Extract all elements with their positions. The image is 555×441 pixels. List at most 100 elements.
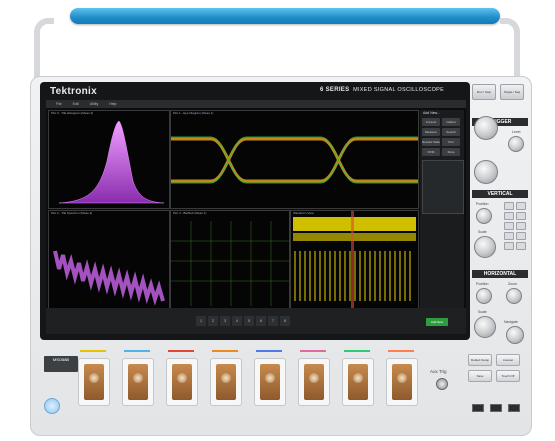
cursors-button[interactable]: Cursors (422, 118, 440, 126)
channel-2-button[interactable]: 2 (208, 316, 218, 326)
keypad-key[interactable] (516, 242, 526, 250)
multipurpose-knob-b[interactable] (474, 160, 498, 184)
panel-title: Waveform View (293, 211, 314, 215)
waveform-panel[interactable]: Waveform View (290, 210, 419, 309)
keypad-key[interactable] (504, 212, 514, 220)
channel-5-button[interactable]: 5 (244, 316, 254, 326)
model-title: 6 SERIES MIXED SIGNAL OSCILLOSCOPE (320, 87, 445, 93)
bathtub-plot (171, 221, 289, 306)
ch5-connector[interactable] (254, 358, 286, 406)
vertical-position-label: Position (476, 202, 489, 206)
menu-help[interactable]: Help (109, 102, 116, 106)
menu-bar: File Edit Utility Help (46, 100, 466, 108)
results-table-button[interactable]: Results Table (422, 138, 440, 146)
histogram-plot (58, 120, 165, 204)
vertical-scale-knob[interactable] (474, 236, 496, 258)
results-readout (422, 160, 464, 214)
spectrum-plot (53, 250, 165, 306)
navigate-knob[interactable] (506, 326, 524, 344)
navigate-label: Navigate (504, 320, 518, 324)
keypad-key[interactable] (504, 202, 514, 210)
ch7-connector[interactable] (342, 358, 374, 406)
vertical-scale-label: Scale (478, 230, 487, 234)
horizontal-position-knob[interactable] (476, 288, 492, 304)
multipurpose-knob-a[interactable] (474, 116, 498, 140)
horizontal-section-label: HORIZONTAL (472, 270, 528, 278)
panel-title: Plot 3 - TIE Histogram (Meas 3) (51, 111, 94, 115)
keypad-key[interactable] (516, 212, 526, 220)
save-button[interactable]: Save (468, 370, 492, 382)
keypad-key[interactable] (516, 222, 526, 230)
display-screen[interactable]: File Edit Utility Help Plot 3 - TIE Hist… (46, 100, 466, 334)
usb-port-icon[interactable] (472, 404, 484, 412)
brand-logo: Tektronix (50, 86, 97, 97)
plot-button[interactable]: Plot (442, 138, 460, 146)
panel-title: Plot 1 - Eye Diagram (Meas 1) (173, 111, 214, 115)
eye-diagram-panel[interactable]: Plot 1 - Eye Diagram (Meas 1) (170, 110, 419, 209)
trigger-level-knob[interactable] (508, 136, 524, 152)
autoset-button[interactable]: Autoset (496, 354, 520, 366)
single-seq-button[interactable]: Single / Seq (500, 84, 524, 100)
level-label: Level (512, 130, 521, 134)
more-button[interactable]: More (442, 148, 460, 156)
panel-title: Plot 2 - TIE Spectrum (Meas 2) (51, 211, 93, 215)
channel-8-button[interactable]: 8 (280, 316, 290, 326)
channel-1-button[interactable]: 1 (196, 316, 206, 326)
menu-edit[interactable]: Edit (73, 102, 79, 106)
ch6-connector[interactable] (298, 358, 330, 406)
ch8-connector[interactable] (386, 358, 418, 406)
aux-trig-connector[interactable] (436, 378, 448, 390)
control-panel: Run / Stop Single / Seq TRIGGER Level VE… (472, 84, 528, 346)
keypad-key[interactable] (504, 242, 514, 250)
zoom-knob[interactable] (506, 288, 522, 304)
ch5-stripe (256, 350, 282, 352)
panel-title: Plot 4 - Bathtub (Meas 1) (173, 211, 207, 215)
channel-6-button[interactable]: 6 (256, 316, 266, 326)
ch4-connector[interactable] (210, 358, 242, 406)
zoom-label: Zoom (508, 282, 517, 286)
ch6-stripe (300, 350, 326, 352)
histogram-panel[interactable]: Plot 3 - TIE Histogram (Meas 3) (48, 110, 170, 209)
menu-utility[interactable]: Utility (90, 102, 99, 106)
bathtub-panel[interactable]: Plot 4 - Bathtub (Meas 1) (170, 210, 290, 309)
horizontal-scale-label: Scale (478, 310, 487, 314)
spectrum-panel[interactable]: Plot 2 - TIE Spectrum (Meas 2) (48, 210, 170, 309)
channel-inputs (40, 346, 520, 426)
carry-handle (70, 8, 500, 24)
measure-button[interactable]: Measure (422, 128, 440, 136)
ch1-connector[interactable] (78, 358, 110, 406)
ch2-stripe (124, 350, 150, 352)
vertical-position-knob[interactable] (476, 208, 492, 224)
ch4-stripe (212, 350, 238, 352)
keypad-key[interactable] (516, 202, 526, 210)
channel-4-button[interactable]: 4 (232, 316, 242, 326)
channel-3-button[interactable]: 3 (220, 316, 230, 326)
horizontal-scale-knob[interactable] (474, 316, 496, 338)
ch1-stripe (80, 350, 106, 352)
ch2-connector[interactable] (122, 358, 154, 406)
ch3-connector[interactable] (166, 358, 198, 406)
side-header: Add New... (423, 111, 440, 115)
keypad-key[interactable] (504, 222, 514, 230)
touch-off-button[interactable]: Touch Off (496, 370, 520, 382)
channel-7-button[interactable]: 7 (268, 316, 278, 326)
add-new-button[interactable]: Add New (426, 318, 448, 326)
usb-port-icon[interactable] (508, 404, 520, 412)
settings-bar: 1 2 3 4 5 6 7 8 Add New (46, 308, 466, 334)
dvm-button[interactable]: DVM (422, 148, 440, 156)
run-stop-button[interactable]: Run / Stop (472, 84, 496, 100)
search-button[interactable]: Search (442, 128, 460, 136)
usb-port-icon[interactable] (490, 404, 502, 412)
callout-button[interactable]: Callout (442, 118, 460, 126)
ch3-stripe (168, 350, 194, 352)
keypad-key[interactable] (504, 232, 514, 240)
side-panel: Add New... Cursors Callout Measure Searc… (420, 110, 464, 315)
default-setup-button[interactable]: Default Setup (468, 354, 492, 366)
keypad-key[interactable] (516, 232, 526, 240)
menu-file[interactable]: File (56, 102, 62, 106)
aux-trig-label: Aux Trig (430, 369, 447, 374)
ch8-stripe (388, 350, 414, 352)
vertical-section-label: VERTICAL (472, 190, 528, 198)
horizontal-position-label: Position (476, 282, 489, 286)
eye-diagram-plot (171, 136, 418, 184)
